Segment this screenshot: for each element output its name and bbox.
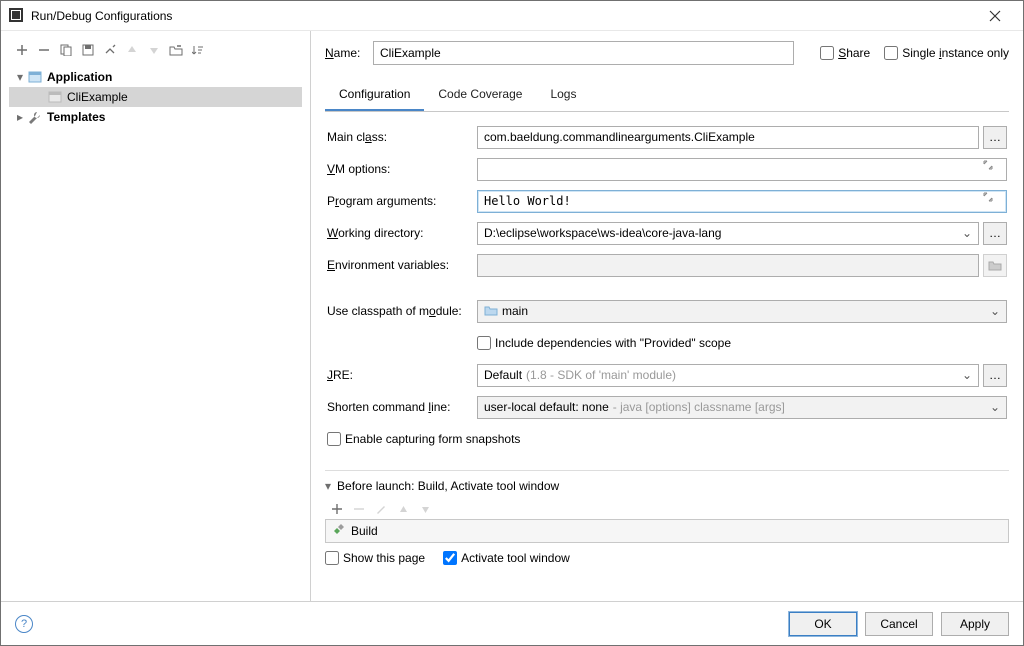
remove-config-button[interactable] [35,41,53,59]
working-dir-input[interactable]: D:\eclipse\workspace\ws-idea\core-java-l… [477,222,979,245]
jre-combo[interactable]: Default (1.8 - SDK of 'main' module) ⌄ [477,364,979,387]
before-launch-section: ▾ Before launch: Build, Activate tool wi… [325,470,1009,565]
build-task-label: Build [351,524,378,538]
program-args-label: Program arguments: [327,194,477,208]
activate-tool-window-checkbox[interactable]: Activate tool window [443,551,570,565]
window-title: Run/Debug Configurations [31,9,975,23]
tree-node-templates[interactable]: ▸ Templates [9,107,302,127]
env-vars-input[interactable] [477,254,979,277]
include-provided-checkbox[interactable]: Include dependencies with "Provided" sco… [477,336,731,350]
expand-icon[interactable] [983,191,1003,211]
enable-capture-checkbox[interactable]: Enable capturing form snapshots [327,432,520,446]
jre-label: JRE: [327,368,477,382]
expand-icon[interactable] [983,159,1003,179]
run-configurations-dialog: Run/Debug Configurations ▾ A [0,0,1024,646]
shorten-label: Shorten command line: [327,400,477,414]
jre-value: Default [484,368,522,382]
browse-main-class-button[interactable]: … [983,126,1007,149]
settings-button[interactable] [101,41,119,59]
apply-button[interactable]: Apply [941,612,1009,636]
chevron-down-icon: ▾ [13,70,27,84]
tree-node-cliexample[interactable]: CliExample [9,87,302,107]
sidebar-toolbar [5,39,306,67]
move-task-down-button[interactable] [417,501,433,517]
folder-button[interactable] [167,41,185,59]
program-args-input[interactable] [477,190,1007,213]
env-vars-label: Environment variables: [327,258,477,272]
chevron-down-icon: ⌄ [962,368,972,382]
move-task-up-button[interactable] [395,501,411,517]
tree-node-application[interactable]: ▾ Application [9,67,302,87]
move-up-button[interactable] [123,41,141,59]
name-label: Name: [325,46,365,60]
dialog-footer: ? OK Cancel Apply [1,601,1023,645]
add-config-button[interactable] [13,41,31,59]
build-task-item[interactable]: Build [326,520,1008,542]
help-button[interactable]: ? [15,615,33,633]
hammer-icon [332,523,345,539]
titlebar: Run/Debug Configurations [1,1,1023,31]
before-launch-toolbar [325,499,1009,519]
tree-label: Templates [47,110,105,124]
shorten-hint: - java [options] classname [args] [613,400,785,414]
browse-working-dir-button[interactable]: … [983,222,1007,245]
sort-button[interactable] [189,41,207,59]
classpath-label: Use classpath of module: [327,304,477,318]
application-icon [27,69,43,85]
main-panel: Name: Share Single instance only Configu… [311,31,1023,601]
close-button[interactable] [975,2,1015,30]
before-launch-title: Before launch: Build, Activate tool wind… [337,479,559,493]
main-class-label: Main class: [327,130,477,144]
name-input[interactable] [373,41,794,65]
tab-logs[interactable]: Logs [536,79,590,111]
tree-label: Application [47,70,112,84]
shorten-value: user-local default: none [484,400,609,414]
tree-label: CliExample [67,90,128,104]
vm-options-input[interactable] [477,158,1007,181]
chevron-down-icon: ⌄ [990,304,1000,318]
shorten-combo[interactable]: user-local default: none - java [options… [477,396,1007,419]
configuration-form: Main class: … VM options: [325,112,1009,460]
jre-hint: (1.8 - SDK of 'main' module) [526,368,676,382]
tab-coverage[interactable]: Code Coverage [424,79,536,111]
tabs: Configuration Code Coverage Logs [325,79,1009,112]
dialog-content: ▾ Application CliExample ▸ Templates Nam… [1,31,1023,601]
copy-config-button[interactable] [57,41,75,59]
folder-icon [988,259,1002,271]
wrench-icon [27,109,43,125]
share-group: Share Single instance only [820,46,1009,60]
chevron-down-icon: ⌄ [990,400,1000,414]
add-task-button[interactable] [329,501,345,517]
browse-env-button[interactable] [983,254,1007,277]
show-page-checkbox[interactable]: Show this page [325,551,425,565]
single-instance-checkbox[interactable]: Single instance only [884,46,1009,60]
name-row: Name: Share Single instance only [325,41,1009,65]
config-tree: ▾ Application CliExample ▸ Templates [5,67,306,593]
vm-options-label: VM options: [327,162,477,176]
classpath-combo[interactable]: main ⌄ [477,300,1007,323]
working-dir-value: D:\eclipse\workspace\ws-idea\core-java-l… [484,226,721,240]
browse-jre-button[interactable]: … [983,364,1007,387]
cancel-button[interactable]: Cancel [865,612,933,636]
before-launch-list: Build [325,519,1009,543]
app-icon [9,8,25,24]
edit-task-button[interactable] [373,501,389,517]
tab-configuration[interactable]: Configuration [325,79,424,111]
main-class-input[interactable] [477,126,979,149]
chevron-right-icon: ▸ [13,110,27,124]
classpath-value: main [502,304,528,318]
save-config-button[interactable] [79,41,97,59]
remove-task-button[interactable] [351,501,367,517]
module-icon [484,304,498,319]
chevron-down-icon: ▾ [325,479,331,493]
share-checkbox[interactable]: Share [820,46,870,60]
working-dir-label: Working directory: [327,226,477,240]
chevron-down-icon: ⌄ [962,226,972,240]
before-launch-header[interactable]: ▾ Before launch: Build, Activate tool wi… [325,479,1009,493]
move-down-button[interactable] [145,41,163,59]
sidebar: ▾ Application CliExample ▸ Templates [1,31,311,601]
ok-button[interactable]: OK [789,612,857,636]
run-config-icon [47,89,63,105]
